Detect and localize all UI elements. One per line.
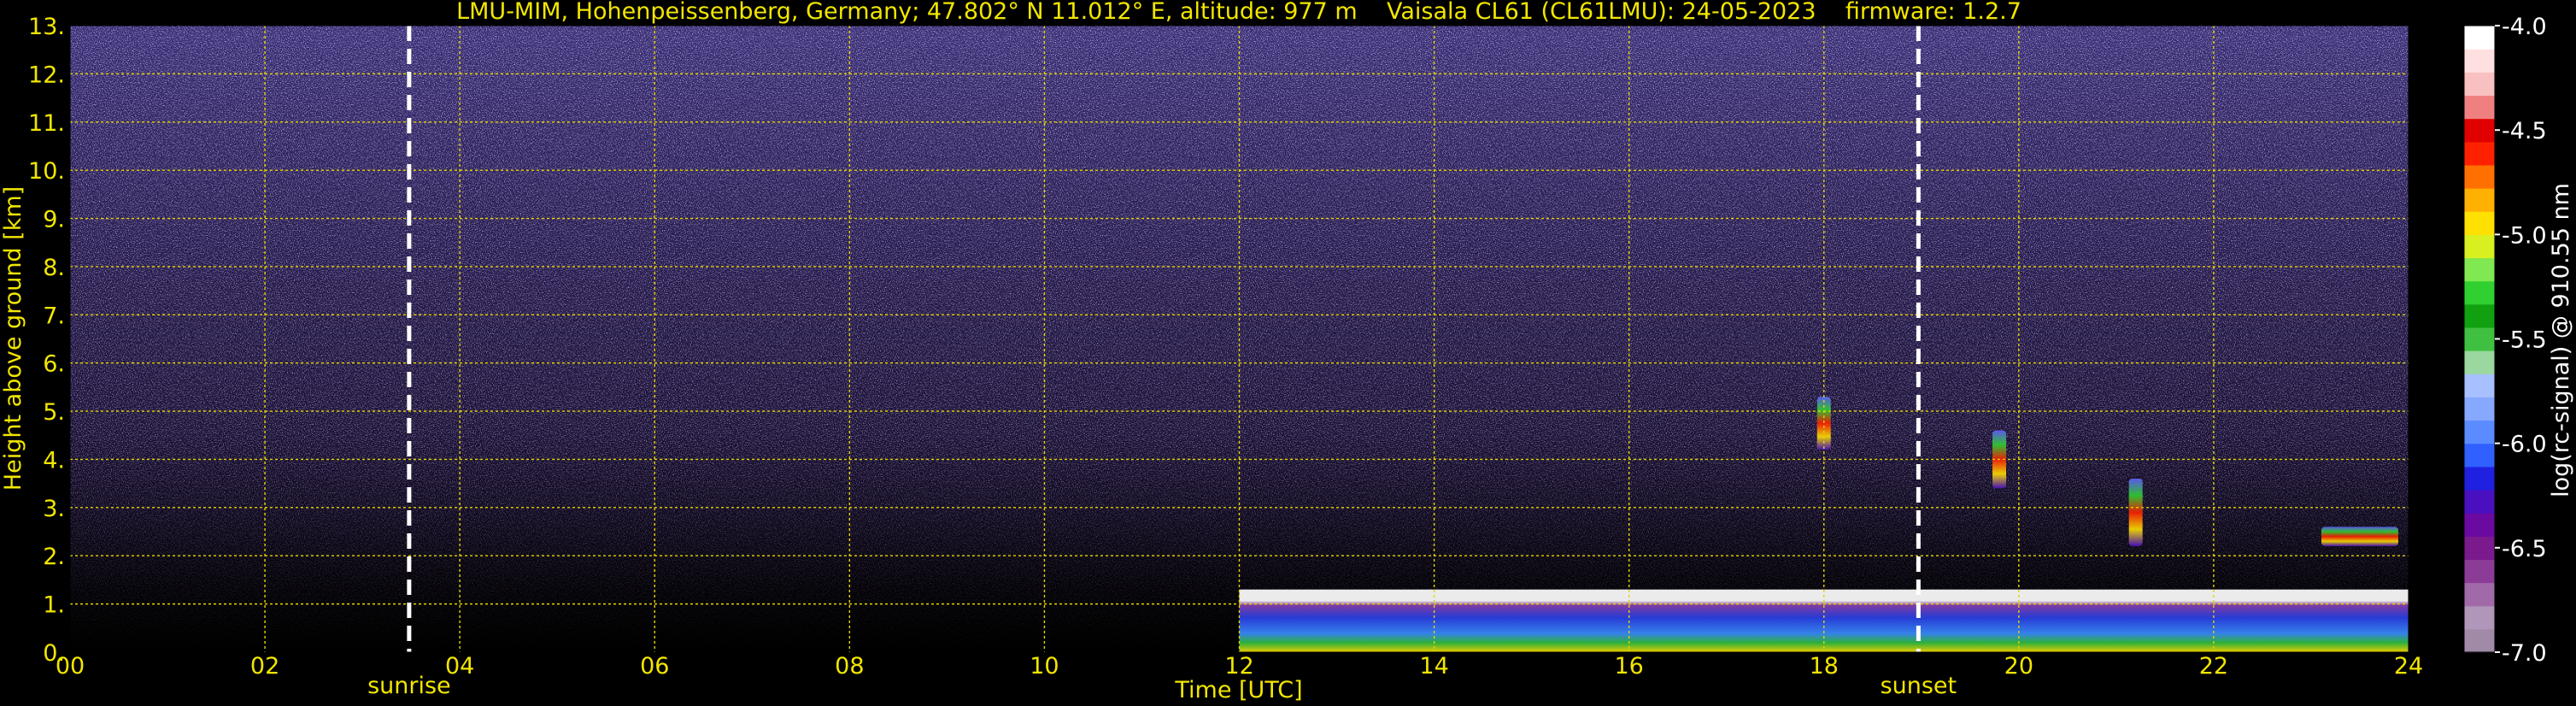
y-tick-label: 3. xyxy=(43,496,65,522)
colorbar-tick-label: -5.5 xyxy=(2502,327,2547,354)
colorbar-segment xyxy=(2464,280,2495,305)
marker-label-sunrise: sunrise xyxy=(367,673,451,699)
y-tick-label: 6. xyxy=(43,351,65,378)
colorbar-segment xyxy=(2464,350,2495,374)
colorbar xyxy=(2463,25,2496,653)
y-tick-label: 7. xyxy=(43,303,65,329)
colorbar-segment xyxy=(2464,374,2495,397)
feature-cloud-21-2h xyxy=(2128,479,2143,546)
y-axis-ticks: 0. 1. 2. 3. 4. 5. 6. 7. 8. 9. 10. 11. 12. 13. xyxy=(28,14,65,667)
x-tick-label: 12 xyxy=(1224,653,1253,680)
ceilometer-chart: 00 02 04 06 08 10 12 14 16 18 20 22 24 0.1.2.3.4.5.6… xyxy=(0,0,2574,703)
y-tick-label: 11. xyxy=(28,110,65,137)
colorbar-segment xyxy=(2464,420,2495,444)
colorbar-segment xyxy=(2464,211,2495,235)
colorbar-segment xyxy=(2464,489,2495,514)
x-tick-label: 10 xyxy=(1030,653,1059,680)
colorbar-segment xyxy=(2464,118,2495,143)
colorbar-tick-label: -4.5 xyxy=(2502,118,2547,144)
colorbar-tick-label: -7.0 xyxy=(2502,640,2547,667)
colorbar-segment xyxy=(2464,397,2495,421)
x-tick-label: 06 xyxy=(640,653,669,680)
x-tick-label: 16 xyxy=(1614,653,1643,680)
x-tick-label: 22 xyxy=(2199,653,2228,680)
colorbar-segment xyxy=(2464,582,2495,607)
y-tick-label: 0. xyxy=(43,640,65,667)
colorbar-segment xyxy=(2464,26,2495,50)
colorbar-segment xyxy=(2464,257,2495,282)
y-tick-label: 4. xyxy=(43,447,65,474)
colorbar-tick-label: -4.0 xyxy=(2502,14,2547,40)
x-tick-label: 20 xyxy=(2004,653,2033,680)
colorbar-segment xyxy=(2464,72,2495,97)
colorbar-segment xyxy=(2464,303,2495,328)
colorbar-segment xyxy=(2464,327,2495,351)
colorbar-tick-label: -5.0 xyxy=(2502,222,2547,249)
y-tick-label: 8. xyxy=(43,255,65,281)
colorbar-tick-label: -6.5 xyxy=(2502,536,2547,562)
colorbar-segment xyxy=(2464,559,2495,584)
colorbar-segment xyxy=(2464,513,2495,537)
x-tick-label: 08 xyxy=(835,653,864,680)
y-axis-label: Height above ground [km] xyxy=(0,186,26,491)
colorbar-segment xyxy=(2464,234,2495,259)
colorbar-segment xyxy=(2464,536,2495,561)
x-tick-label: 14 xyxy=(1419,653,1448,680)
feature-layer-23-5h xyxy=(2321,527,2398,546)
colorbar-segment xyxy=(2464,188,2495,212)
x-axis-label: Time [UTC] xyxy=(1174,677,1302,703)
colorbar-segment xyxy=(2464,164,2495,189)
y-tick-label: 2. xyxy=(43,544,65,570)
y-tick-label: 9. xyxy=(43,207,65,233)
colorbar-segment xyxy=(2464,605,2495,630)
colorbar-segment xyxy=(2464,628,2495,653)
colorbar-segment xyxy=(2464,466,2495,491)
y-tick-label: 5. xyxy=(43,399,65,426)
colorbar-ticks: -4.0 -4.5 -5.0 -5.5 -6.0 -6.5 -7.0 xyxy=(2495,14,2547,667)
y-tick-label: 12. xyxy=(28,62,65,88)
colorbar-segment xyxy=(2464,443,2495,468)
y-tick-label: 10. xyxy=(28,158,65,185)
colorbar-segment xyxy=(2464,49,2495,73)
chart-title: LMU-MIM, Hohenpeissenberg, Germany; 47.8… xyxy=(456,0,2021,25)
x-tick-label: 02 xyxy=(250,653,279,680)
colorbar-label: log(rc-signal) @ 910.55 nm xyxy=(2548,183,2574,497)
y-tick-label: 13. xyxy=(28,14,65,40)
x-tick-label: 18 xyxy=(1810,653,1839,680)
marker-label-sunset: sunset xyxy=(1881,673,1957,699)
x-tick-label: 24 xyxy=(2394,653,2423,680)
colorbar-tick-label: -6.0 xyxy=(2502,432,2547,458)
sun-marker-labels: sunrise sunset xyxy=(367,673,1957,699)
y-tick-label: 1. xyxy=(43,592,65,619)
colorbar-segment xyxy=(2464,141,2495,166)
plot-area xyxy=(69,25,2409,653)
colorbar-segment xyxy=(2464,95,2495,120)
